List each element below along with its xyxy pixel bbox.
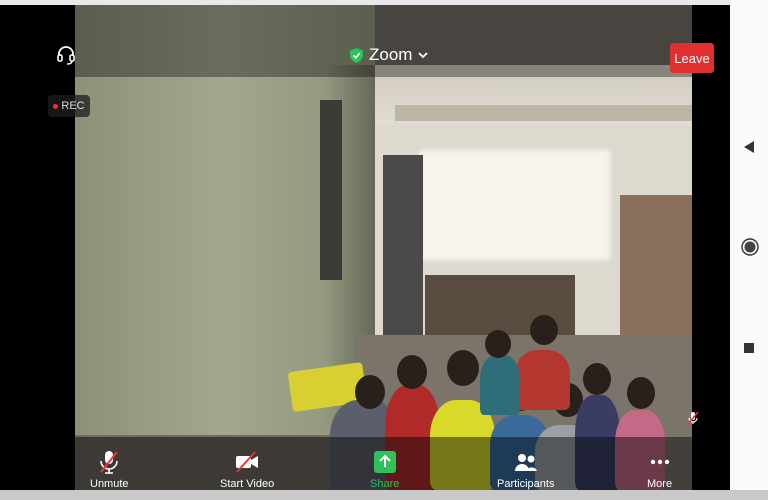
more-label: More (647, 478, 673, 490)
unmute-button[interactable]: Unmute (90, 449, 129, 490)
share-label: Share (370, 478, 400, 490)
mic-muted-icon (100, 451, 119, 474)
chevron-down-icon (418, 52, 429, 59)
participant-video (75, 5, 692, 490)
android-nav-bar (730, 0, 768, 500)
bottom-edge (0, 490, 768, 500)
rec-label: REC (61, 100, 85, 112)
headset-icon[interactable] (56, 45, 76, 65)
recording-badge: REC (48, 95, 90, 117)
back-triangle-icon[interactable] (743, 140, 755, 154)
share-up-icon (373, 451, 396, 473)
leave-button[interactable]: Leave (670, 43, 714, 73)
start-video-button[interactable]: Start Video (220, 449, 274, 490)
more-dots-icon (650, 459, 669, 465)
record-dot-icon (53, 103, 59, 109)
participants-label: Participants (497, 478, 555, 490)
recents-square-icon[interactable] (743, 342, 755, 354)
home-circle-icon[interactable] (741, 238, 759, 256)
app-name: Zoom (369, 45, 413, 64)
start-video-label: Start Video (220, 478, 275, 490)
share-button[interactable]: Share (370, 449, 399, 490)
meeting-title[interactable]: Zoom (350, 45, 429, 65)
mic-muted-indicator-icon (686, 410, 700, 431)
unmute-label: Unmute (90, 478, 129, 490)
video-off-icon (236, 451, 259, 473)
more-button[interactable]: More (647, 449, 672, 490)
shield-icon (350, 47, 363, 63)
zoom-meeting-window: Zoom Leave REC Unmute Start Video Share … (0, 5, 730, 490)
participants-button[interactable]: Participants (497, 449, 554, 490)
participants-icon (514, 454, 537, 471)
top-toolbar (0, 5, 730, 77)
